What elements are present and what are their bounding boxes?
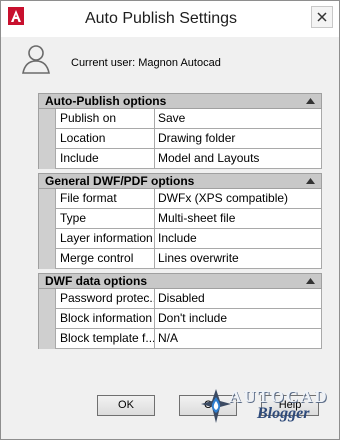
property-row-location[interactable]: Location Drawing folder (55, 129, 322, 149)
property-value[interactable]: Include (155, 229, 321, 248)
title-bar: Auto Publish Settings (1, 1, 339, 37)
close-button[interactable] (311, 6, 333, 28)
window-title: Auto Publish Settings (84, 10, 238, 27)
section-header[interactable]: Auto-Publish options (38, 93, 322, 109)
section-auto-publish: Auto-Publish options Publish on Save Loc… (38, 93, 322, 169)
section-header[interactable]: DWF data options (38, 273, 322, 289)
property-name: Publish on (55, 109, 155, 128)
auto-publish-dialog: Auto Publish Settings Current user: Magn… (0, 0, 340, 440)
help-button[interactable]: Help (261, 395, 319, 416)
section-header[interactable]: General DWF/PDF options (38, 173, 322, 189)
property-row-file-format[interactable]: File format DWFx (XPS compatible) (55, 189, 322, 209)
section-general-dwf-pdf: General DWF/PDF options File format DWFx… (38, 173, 322, 269)
user-icon (22, 45, 50, 74)
property-name: Merge control (55, 249, 155, 268)
section-title: Auto-Publish options (45, 94, 167, 108)
property-value[interactable]: N/A (155, 329, 321, 348)
section-dwf-data: DWF data options Password protec... Disa… (38, 273, 322, 349)
settings-property-grid: Auto-Publish options Publish on Save Loc… (38, 93, 322, 353)
property-value[interactable]: Don't include (155, 309, 321, 328)
property-name: Block template f... (55, 329, 155, 348)
property-value[interactable]: Save (155, 109, 321, 128)
close-icon (317, 12, 327, 22)
property-value[interactable]: Drawing folder (155, 129, 321, 148)
property-row-block-template[interactable]: Block template f... N/A (55, 329, 322, 349)
property-row-publish-on[interactable]: Publish on Save (55, 109, 322, 129)
property-name: File format (55, 189, 155, 208)
collapse-icon[interactable] (306, 178, 315, 184)
section-gutter (38, 289, 55, 349)
property-value[interactable]: DWFx (XPS compatible) (155, 189, 321, 208)
ok-button[interactable]: OK (97, 395, 155, 416)
cancel-button[interactable]: C (179, 395, 237, 416)
section-gutter (38, 189, 55, 269)
property-row-type[interactable]: Type Multi-sheet file (55, 209, 322, 229)
property-name: Block information (55, 309, 155, 328)
section-gutter (38, 109, 55, 169)
property-name: Location (55, 129, 155, 148)
property-row-include[interactable]: Include Model and Layouts (55, 149, 322, 169)
property-name: Password protec... (55, 289, 155, 308)
property-value[interactable]: Disabled (155, 289, 321, 308)
collapse-icon[interactable] (306, 98, 315, 104)
autocad-logo-icon (8, 7, 24, 25)
collapse-icon[interactable] (306, 278, 315, 284)
section-title: General DWF/PDF options (45, 174, 195, 188)
property-row-password-protection[interactable]: Password protec... Disabled (55, 289, 322, 309)
property-name: Type (55, 209, 155, 228)
property-row-layer-information[interactable]: Layer information Include (55, 229, 322, 249)
property-value[interactable]: Lines overwrite (155, 249, 321, 268)
current-user-label: Current user: Magnon Autocad (71, 57, 221, 69)
section-title: DWF data options (45, 274, 147, 288)
property-name: Layer information (55, 229, 155, 248)
property-row-block-information[interactable]: Block information Don't include (55, 309, 322, 329)
property-name: Include (55, 149, 155, 168)
property-value[interactable]: Model and Layouts (155, 149, 321, 168)
property-row-merge-control[interactable]: Merge control Lines overwrite (55, 249, 322, 269)
property-value[interactable]: Multi-sheet file (155, 209, 321, 228)
